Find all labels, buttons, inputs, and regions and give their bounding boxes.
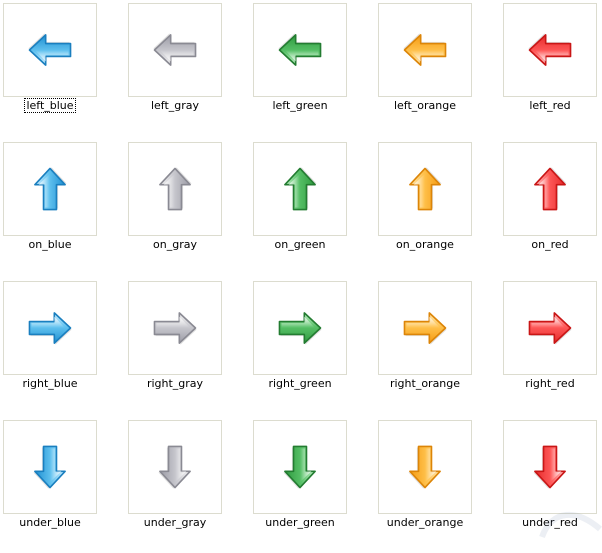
icon-label: on_green xyxy=(250,238,350,252)
thumbnail[interactable] xyxy=(503,3,597,97)
thumbnail[interactable] xyxy=(253,420,347,514)
icon-label: left_green xyxy=(250,99,350,113)
icon-label: right_gray xyxy=(125,377,225,391)
arrow-left-red-icon xyxy=(528,33,572,66)
arrow-left-blue-icon xyxy=(28,33,72,66)
thumbnail[interactable] xyxy=(378,420,472,514)
icon-label: under_gray xyxy=(125,516,225,530)
arrow-up-green-icon xyxy=(284,167,317,211)
icon-label: right_green xyxy=(250,377,350,391)
icon-label: under_green xyxy=(250,516,350,530)
arrow-up-blue-icon xyxy=(34,167,67,211)
icon-tile-on-red[interactable]: on_red xyxy=(500,139,600,275)
icon-label: right_orange xyxy=(375,377,475,391)
icon-label-text: right_gray xyxy=(146,377,204,390)
icon-label: left_blue xyxy=(0,98,100,113)
icon-tile-on-orange[interactable]: on_orange xyxy=(375,139,475,275)
icon-label: left_gray xyxy=(125,99,225,113)
icon-label-text: left_orange xyxy=(393,99,457,112)
arrow-right-green-icon xyxy=(278,312,322,345)
icon-tile-under-blue[interactable]: under_blue xyxy=(0,417,100,553)
icon-grid: left_blue left_gray left_green left_oran… xyxy=(0,0,602,539)
icon-tile-on-green[interactable]: on_green xyxy=(250,139,350,275)
thumbnail[interactable] xyxy=(3,420,97,514)
icon-label-text: right_orange xyxy=(389,377,461,390)
arrow-up-orange-icon xyxy=(409,167,442,211)
thumbnail[interactable] xyxy=(253,3,347,97)
icon-label: right_red xyxy=(500,377,600,391)
icon-label-text: under_gray xyxy=(143,516,207,529)
thumbnail[interactable] xyxy=(128,281,222,375)
icon-label-text: left_gray xyxy=(150,99,200,112)
icon-tile-left-blue[interactable]: left_blue xyxy=(0,0,100,136)
icon-label: under_blue xyxy=(0,516,100,530)
icon-tile-under-green[interactable]: under_green xyxy=(250,417,350,553)
thumbnail[interactable] xyxy=(378,3,472,97)
arrow-up-gray-icon xyxy=(159,167,192,211)
arrow-down-blue-icon xyxy=(33,445,66,489)
icon-label-text: right_blue xyxy=(22,377,78,390)
icon-tile-on-blue[interactable]: on_blue xyxy=(0,139,100,275)
arrow-down-green-icon xyxy=(283,445,316,489)
thumbnail[interactable] xyxy=(128,142,222,236)
arrow-left-green-icon xyxy=(278,33,322,66)
arrow-down-orange-icon xyxy=(408,445,441,489)
arrow-down-gray-icon xyxy=(158,445,191,489)
icon-tile-right-orange[interactable]: right_orange xyxy=(375,278,475,414)
icon-tile-left-gray[interactable]: left_gray xyxy=(125,0,225,136)
icon-label-text: on_gray xyxy=(153,238,197,251)
icon-label-text: left_red xyxy=(529,99,571,112)
arrow-right-orange-icon xyxy=(403,312,447,345)
icon-label: left_orange xyxy=(375,99,475,113)
icon-tile-right-red[interactable]: right_red xyxy=(500,278,600,414)
icon-label-text: on_green xyxy=(274,238,326,251)
icon-label: on_red xyxy=(500,238,600,252)
arrow-up-red-icon xyxy=(534,167,567,211)
icon-label: right_blue xyxy=(0,377,100,391)
icon-tile-on-gray[interactable]: on_gray xyxy=(125,139,225,275)
icon-tile-under-orange[interactable]: under_orange xyxy=(375,417,475,553)
arrow-down-red-icon xyxy=(533,445,566,489)
thumbnail[interactable] xyxy=(128,420,222,514)
thumbnail[interactable] xyxy=(503,142,597,236)
icon-label-text: right_green xyxy=(268,377,332,390)
icon-label: on_orange xyxy=(375,238,475,252)
icon-label: on_blue xyxy=(0,238,100,252)
thumbnail[interactable] xyxy=(253,142,347,236)
arrow-right-red-icon xyxy=(528,312,572,345)
thumbnail[interactable] xyxy=(378,281,472,375)
icon-label: left_red xyxy=(500,99,600,113)
arrow-right-gray-icon xyxy=(153,312,197,345)
icon-tile-right-green[interactable]: right_green xyxy=(250,278,350,414)
icon-tile-left-green[interactable]: left_green xyxy=(250,0,350,136)
icon-label-text: under_green xyxy=(265,516,335,529)
icon-label-text: left_blue xyxy=(24,98,76,113)
arrow-left-orange-icon xyxy=(403,33,447,66)
thumbnail[interactable] xyxy=(128,3,222,97)
icon-tile-left-orange[interactable]: left_orange xyxy=(375,0,475,136)
arrow-left-gray-icon xyxy=(153,33,197,66)
background-watermark xyxy=(539,512,602,539)
icon-label-text: under_orange xyxy=(386,516,464,529)
thumbnail[interactable] xyxy=(503,281,597,375)
icon-label-text: on_red xyxy=(531,238,569,251)
thumbnail[interactable] xyxy=(253,281,347,375)
icon-tile-under-gray[interactable]: under_gray xyxy=(125,417,225,553)
icon-tile-right-blue[interactable]: right_blue xyxy=(0,278,100,414)
icon-label: on_gray xyxy=(125,238,225,252)
icon-label-text: left_green xyxy=(272,99,328,112)
arrow-right-blue-icon xyxy=(28,312,72,345)
thumbnail[interactable] xyxy=(3,281,97,375)
icon-tile-left-red[interactable]: left_red xyxy=(500,0,600,136)
thumbnail[interactable] xyxy=(3,142,97,236)
thumbnail[interactable] xyxy=(3,3,97,97)
icon-label-text: right_red xyxy=(525,377,575,390)
thumbnail[interactable] xyxy=(378,142,472,236)
icon-label: under_orange xyxy=(375,516,475,530)
icon-label-text: under_blue xyxy=(19,516,81,529)
icon-tile-right-gray[interactable]: right_gray xyxy=(125,278,225,414)
icon-label-text: on_orange xyxy=(396,238,454,251)
icon-label-text: on_blue xyxy=(28,238,72,251)
